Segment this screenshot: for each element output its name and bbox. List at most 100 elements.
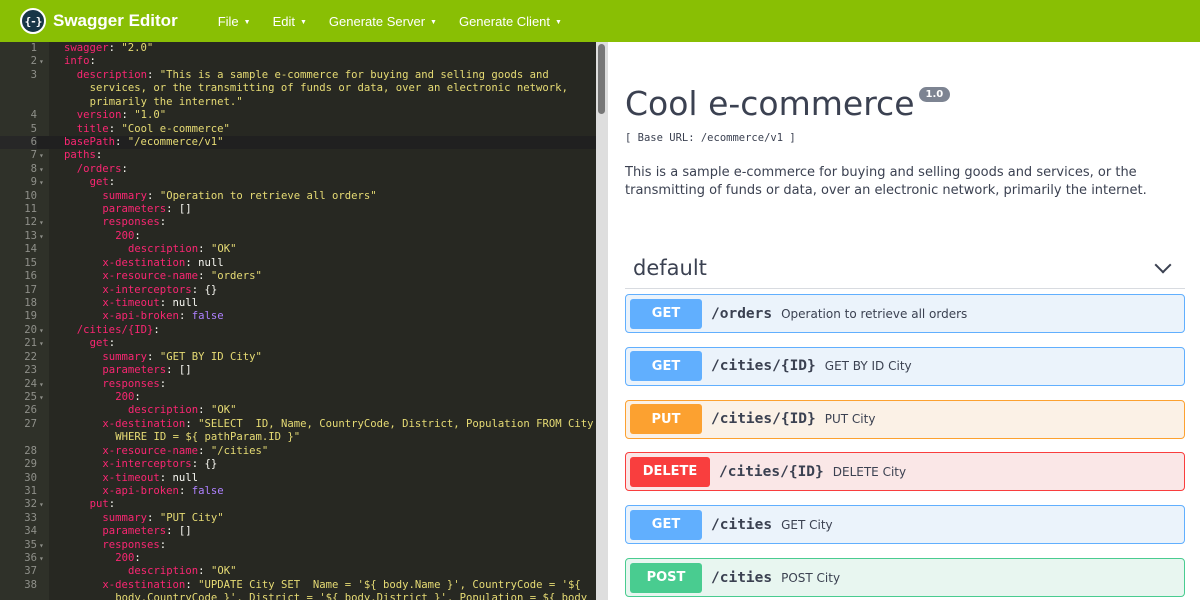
method-badge: GET [630, 298, 702, 329]
editor-lines[interactable]: 1 swagger: "2.0" 2 ▾ info: 3 description: "Thi… [0, 42, 596, 600]
fold-arrow-icon[interactable]: ▾ [39, 378, 44, 391]
code-line[interactable]: 31 x-api-broken: false [0, 485, 596, 498]
caret-down-icon: ▼ [430, 19, 437, 26]
fold-arrow-icon[interactable]: ▾ [39, 149, 44, 162]
line-number [0, 592, 37, 600]
operation-post[interactable]: POST/cities POST City [625, 558, 1185, 597]
code-line[interactable]: 34 parameters: [] [0, 525, 596, 538]
code-line[interactable]: 14 description: "OK" [0, 243, 596, 256]
operation-put[interactable]: PUT/cities/{ID} PUT City [625, 399, 1185, 439]
fold-arrow-icon[interactable]: ▾ [39, 176, 44, 189]
section-default[interactable]: default [625, 247, 1185, 289]
code-line[interactable]: 8 ▾ /orders: [0, 163, 596, 176]
code-line[interactable]: WHERE ID = ${ pathParam.ID }" [0, 431, 596, 444]
code-line[interactable]: 28 x-resource-name: "/cities" [0, 445, 596, 458]
code-line[interactable]: 9 ▾ get: [0, 176, 596, 189]
code-text: /cities/{ID}: [76, 323, 160, 336]
code-line[interactable]: 29 x-interceptors: {} [0, 458, 596, 471]
code-line[interactable]: 38 x-destination: "UPDATE City SET Name =… [0, 579, 596, 592]
fold-arrow-icon[interactable]: ▾ [39, 539, 44, 552]
code-line[interactable]: 36 ▾ 200: [0, 552, 596, 565]
menu-generate-server[interactable]: Generate Server ▼ [329, 14, 437, 29]
code-line[interactable]: 4 version: "1.0" [0, 109, 596, 122]
api-description: This is a sample e-commerce for buying a… [625, 165, 1147, 198]
code-line[interactable]: body.CountryCode }', District = '${ body… [0, 592, 596, 600]
code-line[interactable]: services, or the transmitting of funds o… [0, 82, 596, 95]
code-editor[interactable]: 1 swagger: "2.0" 2 ▾ info: 3 description: "Thi… [0, 42, 596, 600]
swagger-logo-icon: {-} [20, 8, 46, 34]
code-line[interactable]: 25 ▾ 200: [0, 391, 596, 404]
line-number: 20 [24, 323, 37, 336]
line-number: 34 [24, 525, 37, 538]
pane-splitter[interactable] [596, 42, 608, 600]
code-line[interactable]: 11 parameters: [] [0, 203, 596, 216]
operation-get[interactable]: GET/cities GET City [625, 505, 1185, 545]
line-number: 3 [30, 68, 37, 81]
menu-file[interactable]: File ▼ [218, 14, 251, 29]
menu-edit[interactable]: Edit ▼ [273, 14, 307, 29]
line-number: 6 [0, 135, 37, 150]
code-text: x-interceptors: {} [102, 283, 218, 296]
code-text: get: [89, 337, 116, 350]
line-number: 11 [24, 203, 37, 216]
code-text: 200: [115, 552, 141, 565]
code-line[interactable]: 37 description: "OK" [0, 565, 596, 578]
code-text: services, or the transmitting of funds o… [89, 82, 568, 95]
code-line[interactable]: 12 ▾ responses: [0, 216, 596, 229]
editor-scrollbar[interactable] [598, 44, 605, 114]
code-line[interactable]: 17 x-interceptors: {} [0, 284, 596, 297]
code-line[interactable]: 20 ▾ /cities/{ID}: [0, 324, 596, 337]
menu-generate-client[interactable]: Generate Client ▼ [459, 14, 562, 29]
code-line[interactable]: primarily the internet." [0, 96, 596, 109]
code-line[interactable]: 3 description: "This is a sample e-commer… [0, 69, 596, 82]
code-line[interactable]: 35 ▾ responses: [0, 539, 596, 552]
fold-arrow-icon[interactable]: ▾ [39, 552, 44, 565]
code-line[interactable]: 2 ▾ info: [0, 55, 596, 68]
code-line[interactable]: 30 x-timeout: null [0, 472, 596, 485]
code-line[interactable]: 22 summary: "GET BY ID City" [0, 351, 596, 364]
code-text: /orders: [76, 162, 128, 175]
operation-get[interactable]: GET/orders Operation to retrieve all orde… [625, 294, 1185, 333]
code-line[interactable]: 6 basePath: "/ecommerce/v1" [0, 135, 596, 150]
fold-arrow-icon[interactable]: ▾ [39, 55, 44, 68]
fold-arrow-icon[interactable]: ▾ [39, 324, 44, 337]
fold-arrow-icon[interactable]: ▾ [39, 230, 44, 243]
code-text: x-destination: null [102, 256, 224, 269]
code-line[interactable]: 21 ▾ get: [0, 337, 596, 350]
code-line[interactable]: 15 x-destination: null [0, 257, 596, 270]
code-line[interactable]: 23 parameters: [] [0, 364, 596, 377]
code-line[interactable]: 26 description: "OK" [0, 404, 596, 417]
operation-delete[interactable]: DELETE/cities/{ID} DELETE City [625, 452, 1185, 492]
fold-arrow-icon[interactable]: ▾ [39, 216, 44, 229]
fold-arrow-icon[interactable]: ▾ [39, 498, 44, 511]
code-line[interactable]: 7 ▾ paths: [0, 149, 596, 162]
code-line[interactable]: 1 swagger: "2.0" [0, 42, 596, 55]
code-line[interactable]: 33 summary: "PUT City" [0, 512, 596, 525]
api-title-row: Cool e-commerce 1.0 [625, 84, 951, 124]
code-text: description: "OK" [128, 565, 237, 578]
logo[interactable]: {-} Swagger Editor [20, 0, 178, 42]
code-line[interactable]: 24 ▾ responses: [0, 378, 596, 391]
code-line[interactable]: 16 x-resource-name: "orders" [0, 270, 596, 283]
method-badge: POST [630, 562, 702, 593]
code-text: parameters: [] [102, 525, 192, 538]
preview-pane: Cool e-commerce 1.0 [ Base URL: /ecommer… [608, 42, 1200, 600]
code-line[interactable]: 10 summary: "Operation to retrieve all or… [0, 190, 596, 203]
code-text: responses: [102, 538, 167, 551]
code-line[interactable]: 19 x-api-broken: false [0, 310, 596, 323]
line-number: 10 [24, 189, 37, 202]
caret-down-icon: ▼ [299, 19, 307, 26]
code-line[interactable]: 5 title: "Cool e-commerce" [0, 123, 596, 136]
code-line[interactable]: 27 x-destination: "SELECT ID, Name, Count… [0, 418, 596, 431]
code-line[interactable]: 32 ▾ put: [0, 498, 596, 511]
code-line[interactable]: 18 x-timeout: null [0, 297, 596, 310]
fold-arrow-icon[interactable]: ▾ [39, 163, 44, 176]
operation-summary: DELETE City [832, 464, 907, 479]
line-number: 30 [24, 471, 37, 484]
code-text: description: "OK" [128, 404, 237, 417]
fold-arrow-icon[interactable]: ▾ [39, 391, 44, 404]
line-number: 14 [24, 243, 37, 256]
code-line[interactable]: 13 ▾ 200: [0, 230, 596, 243]
fold-arrow-icon[interactable]: ▾ [39, 337, 44, 350]
operation-get[interactable]: GET/cities/{ID} GET BY ID City [625, 346, 1185, 386]
